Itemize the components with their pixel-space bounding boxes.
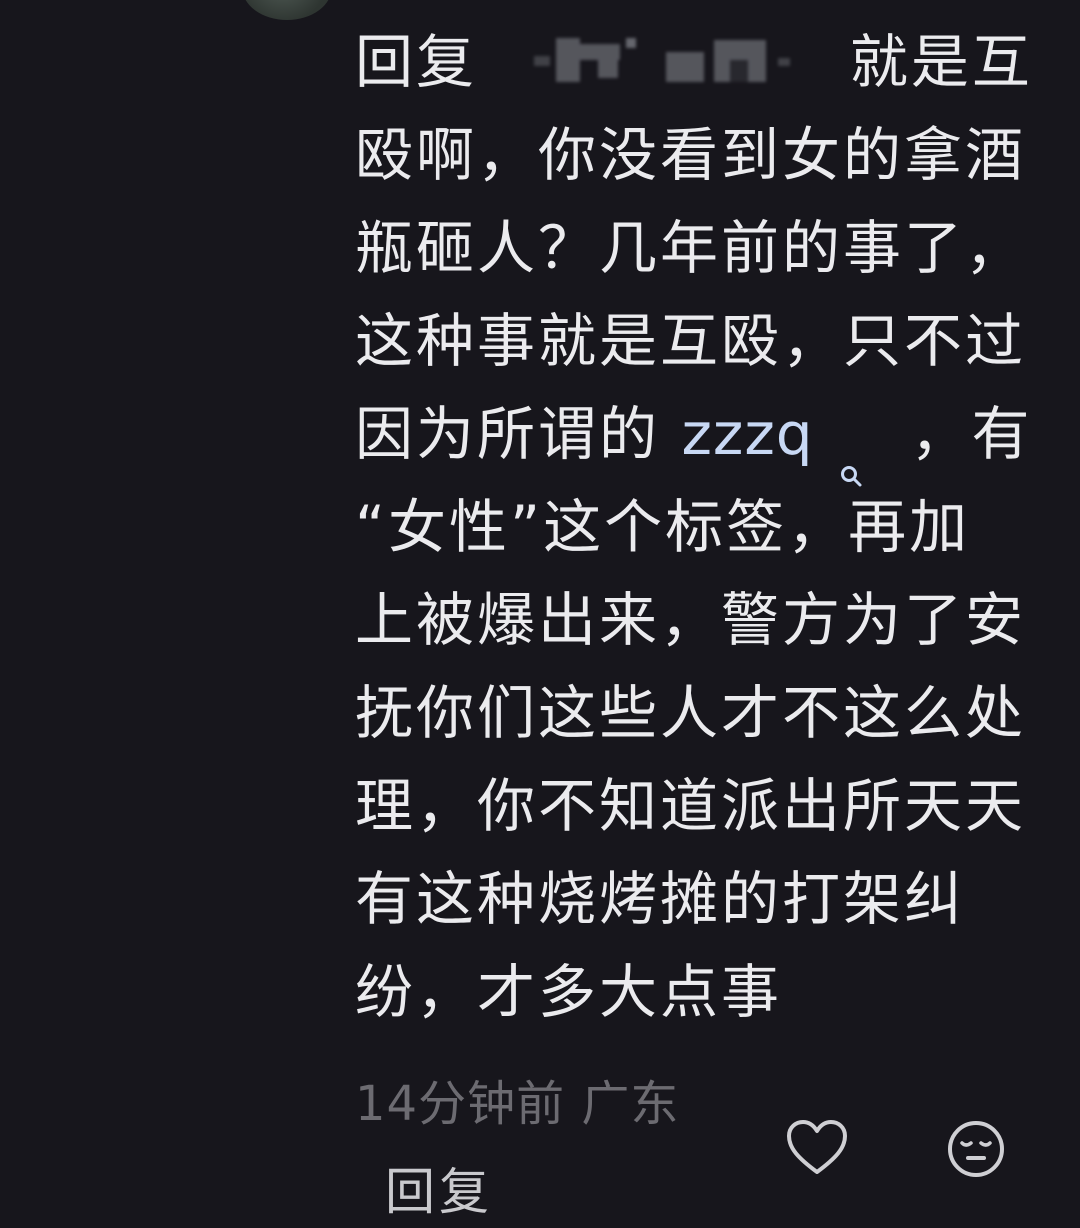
comment-line: 殴啊，你没看到女的拿酒 <box>355 121 1027 189</box>
avatar[interactable] <box>242 0 332 20</box>
comment-text: 就是互 <box>849 28 1033 96</box>
comment-text: ，有 <box>910 400 1033 468</box>
like-button[interactable] <box>784 1118 850 1178</box>
heart-outline-icon <box>787 1120 847 1174</box>
comment-line: 这种事就是互殴，只不过 <box>355 307 1027 375</box>
smiley-face-icon <box>948 1121 1004 1177</box>
comment-line: 纷，才多大点事 <box>355 958 783 1026</box>
comment-line: 因为所谓的 zzzq ，有 <box>355 388 1045 487</box>
comment-line: 理，你不知道派出所天天 <box>355 772 1027 840</box>
comment-line: 抚你们这些人才不这么处 <box>355 679 1027 747</box>
search-link[interactable]: zzzq <box>681 400 813 468</box>
comment-body: 回复 就是互 殴啊，你没看到女的拿酒 瓶砸人？几年前的事了， 这种事就是互殴，只… <box>355 16 1045 1039</box>
comment-line: “女性”这个标签，再加 <box>355 493 971 561</box>
reply-button[interactable]: 回复 <box>385 1160 493 1224</box>
search-icon[interactable] <box>839 422 863 487</box>
emoji-reaction-button[interactable] <box>945 1118 1007 1180</box>
comment-line: 有这种烧烤摊的打架纠 <box>355 865 966 933</box>
comment-line: 上被爆出来，警方为了安 <box>355 586 1027 654</box>
comment-line: 瓶砸人？几年前的事了， <box>355 214 1027 282</box>
comment-timestamp-location: 14分钟前 广东 <box>355 1076 680 1132</box>
comment-line: 回复 就是互 <box>355 16 1045 109</box>
comment-text: 因为所谓的 <box>355 400 661 468</box>
reply-prefix: 回复 <box>355 28 478 96</box>
mention-username-blurred[interactable] <box>534 36 794 84</box>
